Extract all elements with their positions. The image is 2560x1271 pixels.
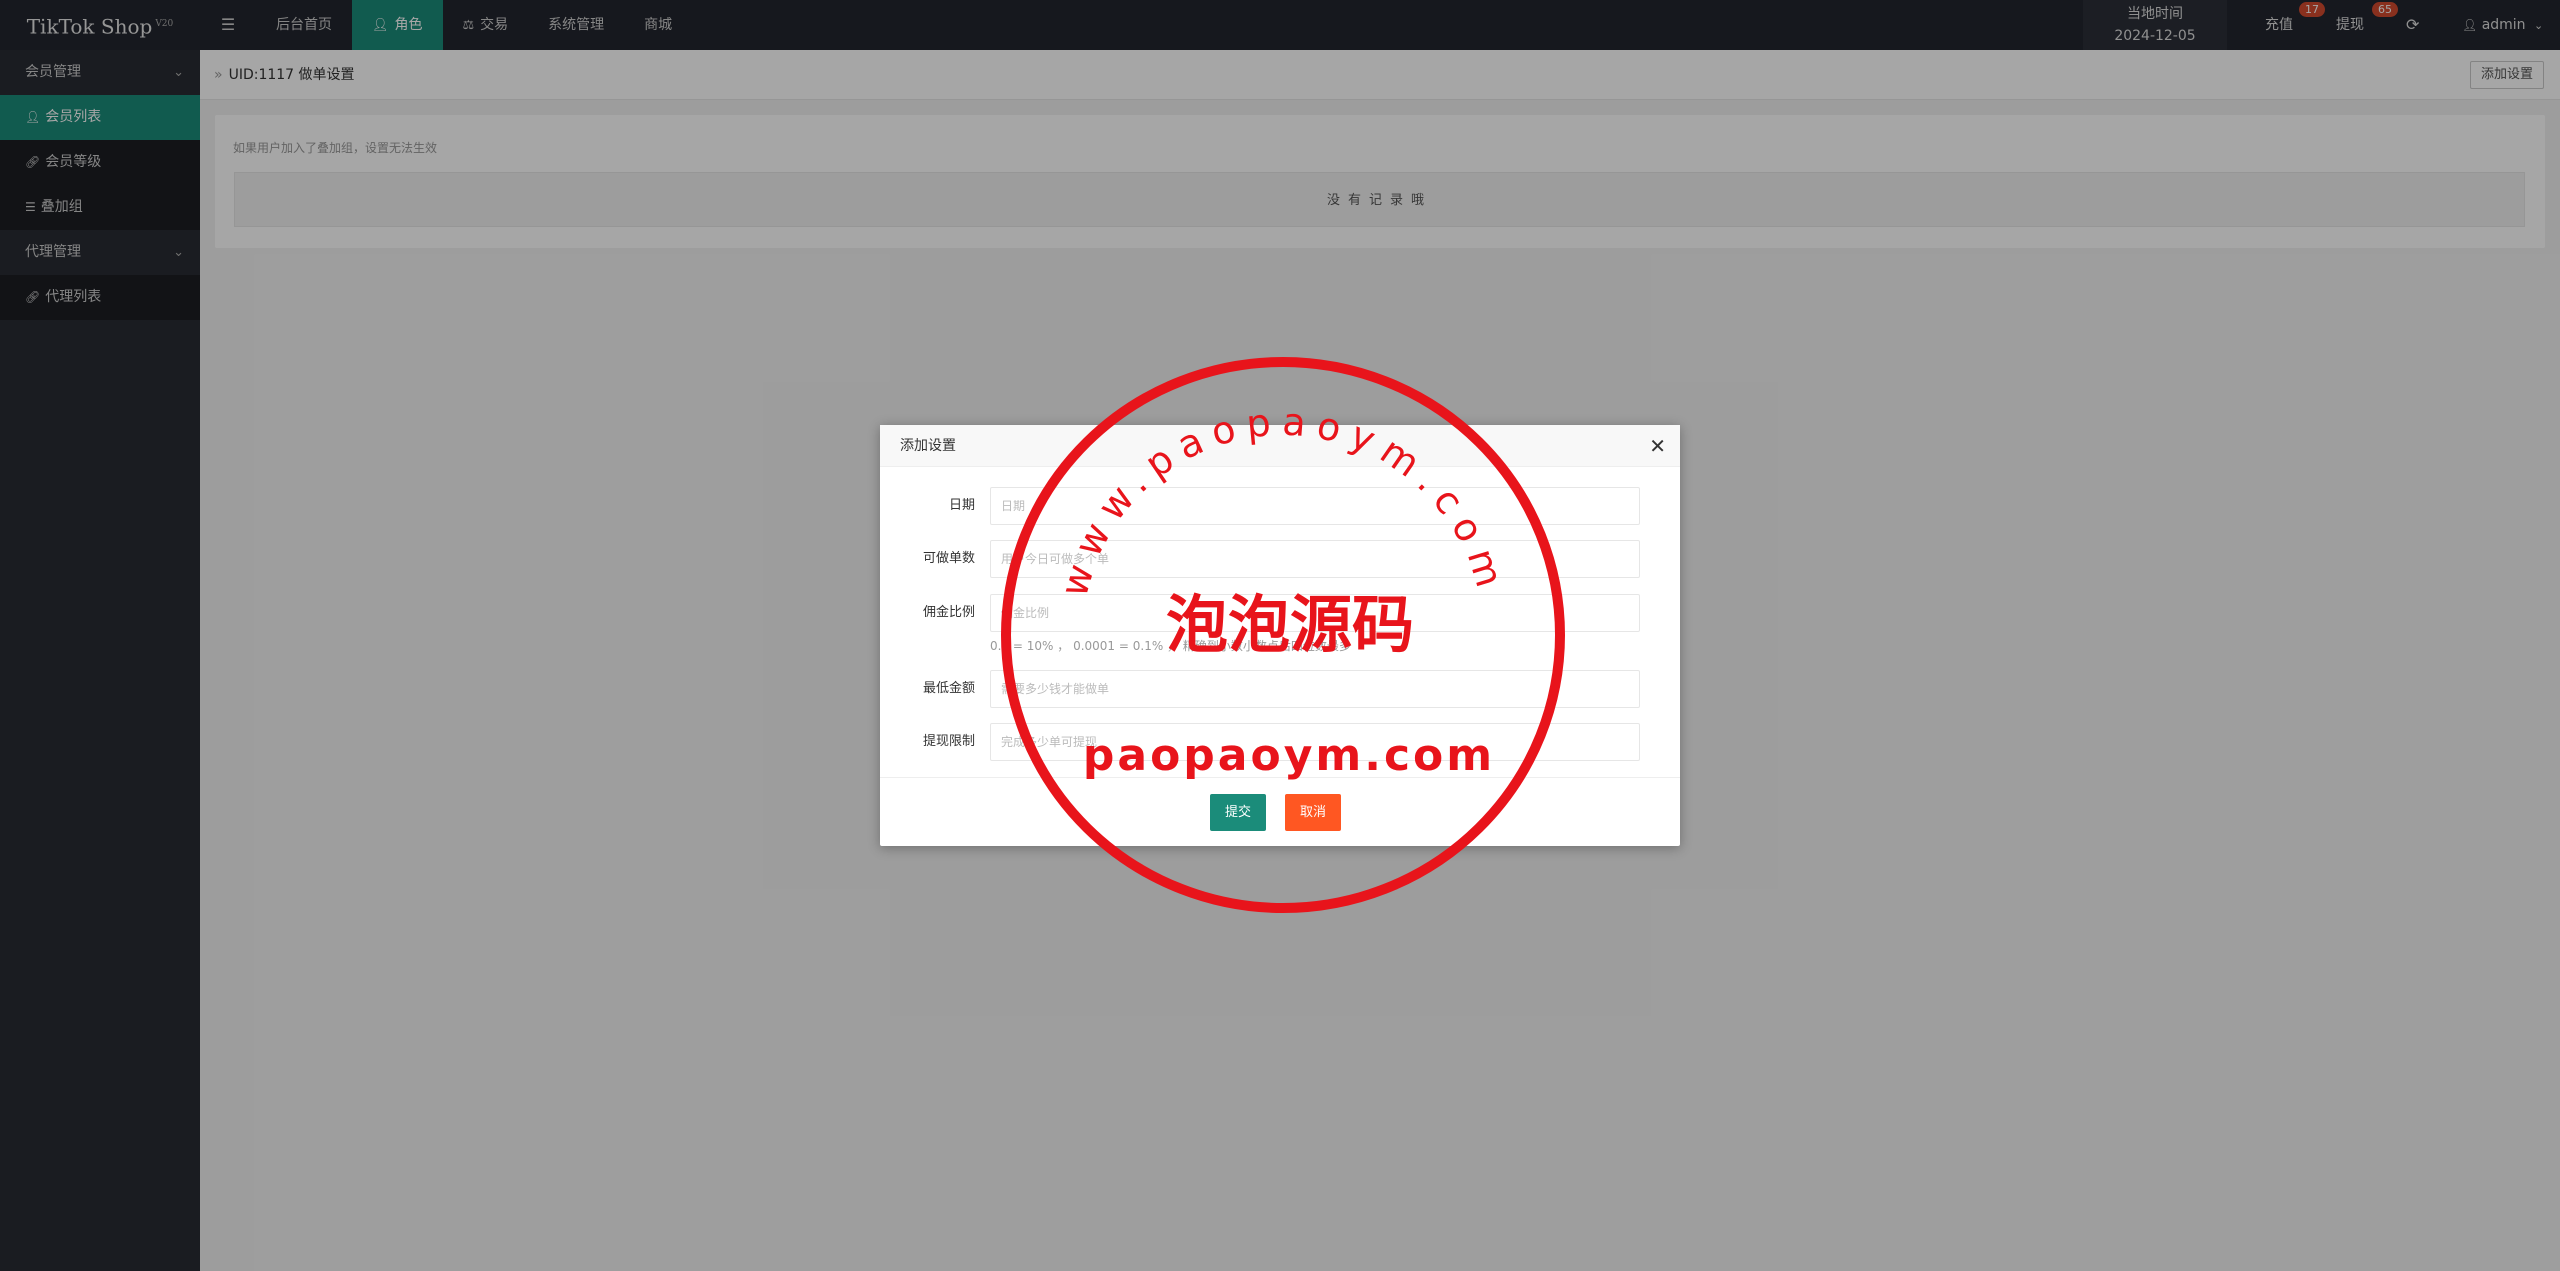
order-count-input[interactable] <box>990 540 1640 578</box>
form-row-withdraw-limit: 提现限制 <box>880 723 1680 761</box>
close-icon[interactable]: ✕ <box>1649 425 1666 467</box>
order-count-label: 可做单数 <box>922 551 975 566</box>
withdraw-limit-label: 提现限制 <box>922 734 975 749</box>
cancel-button[interactable]: 取消 <box>1285 794 1342 831</box>
submit-button[interactable]: 提交 <box>1210 794 1267 831</box>
commission-input[interactable] <box>990 594 1640 632</box>
form-row-min-amount: 最低金额 <box>880 670 1680 708</box>
dialog-footer: 提交 取消 <box>880 777 1680 846</box>
form-row-order-count: 可做单数 <box>880 540 1680 578</box>
dialog-header: 添加设置 ✕ <box>880 425 1680 467</box>
withdraw-limit-input[interactable] <box>990 723 1640 761</box>
commission-label: 佣金比例 <box>922 605 975 620</box>
min-amount-input[interactable] <box>990 670 1640 708</box>
date-input[interactable] <box>990 487 1640 525</box>
dialog-title: 添加设置 <box>900 438 956 454</box>
min-amount-label: 最低金额 <box>922 681 975 696</box>
add-setting-dialog: 添加设置 ✕ 日期 可做单数 佣金比例 0.1 = 10% ， 0.0001 =… <box>880 425 1680 846</box>
form-row-date: 日期 <box>880 487 1680 525</box>
commission-hint: 0.1 = 10% ， 0.0001 = 0.1% ， 精确到小数小数点后四位数… <box>990 639 1351 653</box>
date-label: 日期 <box>948 498 975 513</box>
form-row-commission: 佣金比例 <box>880 594 1680 632</box>
